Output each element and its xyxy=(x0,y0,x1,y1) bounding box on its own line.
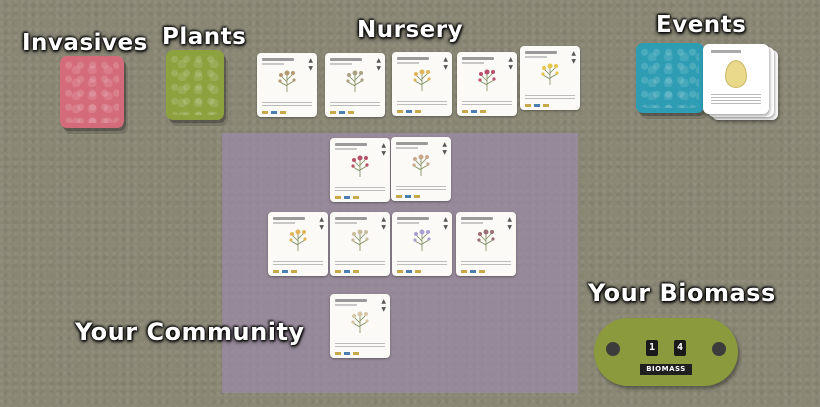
community-card-7[interactable]: ▲ ▼ xyxy=(330,294,390,358)
community-card-6[interactable]: ▲ ▼ xyxy=(456,212,516,276)
plant-illustration-icon xyxy=(346,70,364,92)
card-stats: ▲ ▼ xyxy=(376,57,381,72)
plant-illustration-icon xyxy=(541,63,559,85)
plant-illustration-icon xyxy=(412,154,430,176)
card-stats: ▲ ▼ xyxy=(507,216,512,231)
plant-illustration-icon xyxy=(289,229,307,251)
nursery-label: Nursery xyxy=(357,17,464,43)
biomass-tracker: 1 4 BIOMASS xyxy=(594,318,738,386)
plant-illustration-icon xyxy=(278,70,296,92)
nursery-card-1[interactable]: ▲ ▼ xyxy=(257,53,317,117)
event-card-face[interactable] xyxy=(703,44,769,114)
card-stats: ▲ ▼ xyxy=(442,141,447,156)
card-stats: ▲ ▼ xyxy=(571,50,576,65)
plant-illustration-icon xyxy=(351,311,369,333)
events-deck[interactable] xyxy=(636,43,704,113)
plants-deck[interactable] xyxy=(166,50,224,120)
invasives-label: Invasives xyxy=(22,30,148,56)
your-community-label: Your Community xyxy=(75,318,305,346)
card-stats: ▲ ▼ xyxy=(508,56,513,71)
nursery-card-4[interactable]: ▲ ▼ xyxy=(457,52,517,116)
community-card-1[interactable]: ▲ ▼ xyxy=(330,138,390,202)
events-label: Events xyxy=(656,12,747,38)
biomass-right-knob[interactable] xyxy=(712,342,726,356)
your-biomass-label: Your Biomass xyxy=(588,279,776,307)
plant-illustration-icon xyxy=(477,229,495,251)
card-stats: ▲ ▼ xyxy=(443,56,448,71)
community-card-4[interactable]: ▲ ▼ xyxy=(330,212,390,276)
nursery-card-2[interactable]: ▲ ▼ xyxy=(325,53,385,117)
card-stats: ▲ ▼ xyxy=(443,216,448,231)
invasives-deck[interactable] xyxy=(60,56,124,128)
leaf-icon xyxy=(725,60,747,88)
plant-illustration-icon xyxy=(478,69,496,91)
plant-illustration-icon xyxy=(413,69,431,91)
biomass-digit-tens[interactable]: 1 xyxy=(646,340,658,356)
card-stats: ▲ ▼ xyxy=(319,216,324,231)
card-stats: ▲ ▼ xyxy=(381,298,386,313)
nursery-card-5[interactable]: ▲ ▼ xyxy=(520,46,580,110)
nursery-card-3[interactable]: ▲ ▼ xyxy=(392,52,452,116)
plant-illustration-icon xyxy=(351,229,369,251)
biomass-digit-ones[interactable]: 4 xyxy=(674,340,686,356)
card-stats: ▲ ▼ xyxy=(308,57,313,72)
plants-label: Plants xyxy=(162,24,247,50)
card-stats: ▲ ▼ xyxy=(381,142,386,157)
plant-illustration-icon xyxy=(351,155,369,177)
biomass-label: BIOMASS xyxy=(640,364,692,375)
community-card-5[interactable]: ▲ ▼ xyxy=(392,212,452,276)
biomass-left-knob[interactable] xyxy=(606,342,620,356)
community-card-3[interactable]: ▲ ▼ xyxy=(268,212,328,276)
plant-illustration-icon xyxy=(413,229,431,251)
card-stats: ▲ ▼ xyxy=(381,216,386,231)
community-card-2[interactable]: ▲ ▼ xyxy=(391,137,451,201)
